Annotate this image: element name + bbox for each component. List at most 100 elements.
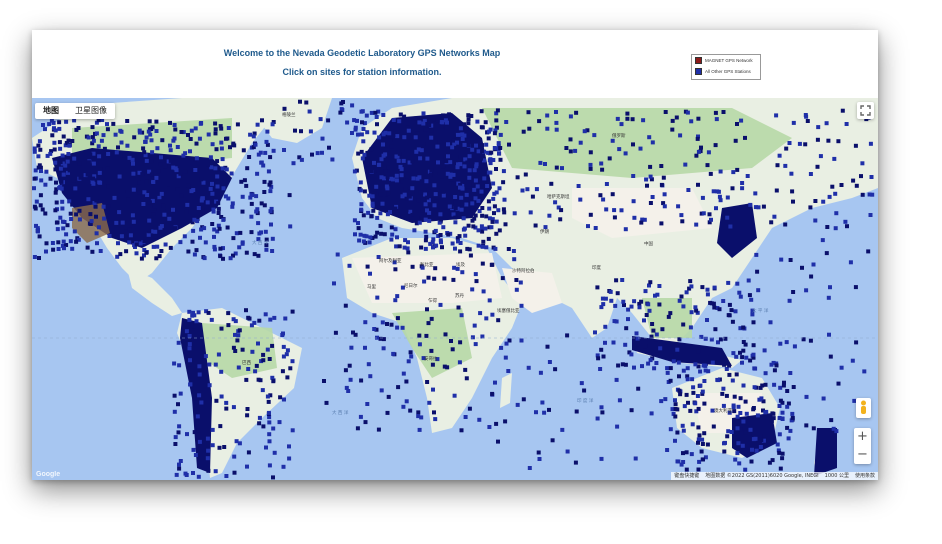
station-marker[interactable] <box>730 378 735 383</box>
station-marker[interactable] <box>673 407 678 411</box>
station-marker[interactable] <box>168 158 173 163</box>
station-marker[interactable] <box>388 210 392 214</box>
station-marker[interactable] <box>432 183 437 188</box>
station-marker[interactable] <box>228 256 233 261</box>
station-marker[interactable] <box>359 207 364 212</box>
station-marker[interactable] <box>514 278 519 282</box>
station-marker[interactable] <box>824 121 829 126</box>
station-marker[interactable] <box>126 197 131 202</box>
station-marker[interactable] <box>249 201 254 206</box>
station-marker[interactable] <box>56 240 61 245</box>
station-marker[interactable] <box>599 456 604 461</box>
station-marker[interactable] <box>476 243 481 248</box>
station-marker[interactable] <box>681 368 686 373</box>
station-marker[interactable] <box>471 182 476 187</box>
station-marker[interactable] <box>777 153 782 158</box>
station-marker[interactable] <box>710 360 715 365</box>
station-marker[interactable] <box>105 127 110 132</box>
station-marker[interactable] <box>678 133 683 138</box>
station-marker[interactable] <box>94 198 99 203</box>
station-marker[interactable] <box>470 201 475 206</box>
station-marker[interactable] <box>705 287 710 292</box>
station-marker[interactable] <box>711 189 716 194</box>
station-marker[interactable] <box>472 187 477 192</box>
station-marker[interactable] <box>158 162 163 167</box>
station-marker[interactable] <box>680 219 685 224</box>
station-marker[interactable] <box>800 265 804 270</box>
station-marker[interactable] <box>750 447 754 452</box>
station-marker[interactable] <box>824 251 829 256</box>
station-marker[interactable] <box>774 113 779 118</box>
station-marker[interactable] <box>352 118 357 123</box>
station-marker[interactable] <box>359 202 364 207</box>
station-marker[interactable] <box>662 192 667 197</box>
station-marker[interactable] <box>89 219 94 224</box>
station-marker[interactable] <box>38 193 43 198</box>
station-marker[interactable] <box>230 201 235 206</box>
station-marker[interactable] <box>216 211 221 215</box>
station-marker[interactable] <box>735 414 740 419</box>
station-marker[interactable] <box>78 175 83 180</box>
station-marker[interactable] <box>375 230 380 235</box>
station-marker[interactable] <box>401 404 406 409</box>
station-marker[interactable] <box>643 344 648 349</box>
station-marker[interactable] <box>736 404 741 409</box>
station-marker[interactable] <box>779 257 784 262</box>
station-marker[interactable] <box>47 122 52 127</box>
station-marker[interactable] <box>772 368 777 373</box>
station-marker[interactable] <box>128 233 133 238</box>
station-marker[interactable] <box>237 245 242 250</box>
station-marker[interactable] <box>475 119 480 124</box>
station-marker[interactable] <box>832 156 837 161</box>
station-marker[interactable] <box>73 186 78 191</box>
station-marker[interactable] <box>439 217 443 222</box>
station-marker[interactable] <box>647 135 652 140</box>
station-marker[interactable] <box>497 186 502 191</box>
station-marker[interactable] <box>361 239 366 244</box>
station-marker[interactable] <box>560 427 565 432</box>
station-marker[interactable] <box>350 103 355 108</box>
station-marker[interactable] <box>514 287 519 292</box>
station-marker[interactable] <box>480 244 485 249</box>
station-marker[interactable] <box>391 351 396 356</box>
station-marker[interactable] <box>453 220 458 225</box>
station-marker[interactable] <box>479 189 484 194</box>
station-marker[interactable] <box>725 215 730 220</box>
station-marker[interactable] <box>684 290 689 295</box>
station-marker[interactable] <box>335 252 340 257</box>
station-marker[interactable] <box>470 335 475 340</box>
station-marker[interactable] <box>564 146 569 150</box>
station-marker[interactable] <box>730 186 735 191</box>
station-marker[interactable] <box>492 211 496 216</box>
station-marker[interactable] <box>780 456 785 461</box>
station-marker[interactable] <box>358 188 363 193</box>
station-marker[interactable] <box>140 172 145 177</box>
station-marker[interactable] <box>738 411 743 415</box>
station-marker[interactable] <box>744 411 749 416</box>
station-marker[interactable] <box>187 334 192 338</box>
station-marker[interactable] <box>730 319 735 324</box>
station-marker[interactable] <box>433 192 438 197</box>
station-marker[interactable] <box>137 190 142 195</box>
station-marker[interactable] <box>271 379 276 384</box>
station-marker[interactable] <box>450 241 455 246</box>
station-marker[interactable] <box>360 156 365 161</box>
station-marker[interactable] <box>291 161 296 166</box>
station-marker[interactable] <box>708 171 713 176</box>
station-marker[interactable] <box>196 206 201 210</box>
station-marker[interactable] <box>743 135 747 140</box>
station-marker[interactable] <box>682 404 687 409</box>
station-marker[interactable] <box>347 363 352 368</box>
station-marker[interactable] <box>604 182 609 186</box>
station-marker[interactable] <box>186 249 191 254</box>
station-marker[interactable] <box>192 396 197 401</box>
station-marker[interactable] <box>438 233 443 237</box>
station-marker[interactable] <box>735 122 739 126</box>
station-marker[interactable] <box>267 182 272 187</box>
station-marker[interactable] <box>320 136 325 141</box>
station-marker[interactable] <box>647 308 652 313</box>
station-marker[interactable] <box>225 225 230 230</box>
station-marker[interactable] <box>199 198 204 203</box>
station-marker[interactable] <box>683 162 688 167</box>
station-marker[interactable] <box>419 190 424 195</box>
